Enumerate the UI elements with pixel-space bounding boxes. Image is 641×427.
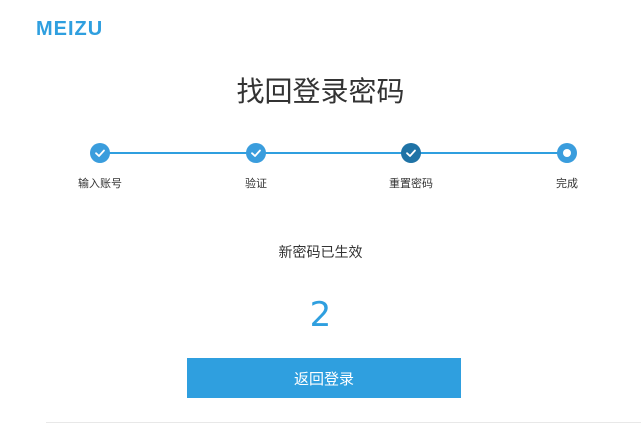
step-complete: 完成 [522, 140, 612, 191]
meizu-logo[interactable]: MEIZU [36, 18, 103, 41]
step-reset-password: 重置密码 [366, 140, 456, 191]
step-label: 输入账号 [78, 177, 122, 190]
stepper-track [100, 152, 567, 154]
footer-divider [46, 422, 641, 423]
step-enter-account: 输入账号 [55, 140, 145, 191]
step-check-icon [90, 143, 110, 163]
step-dot-icon [557, 143, 577, 163]
password-recovery-page: MEIZU 找回登录密码 输入账号 验证 重置密码 完成 新密码已生效 2 返回… [0, 0, 641, 427]
back-to-login-button[interactable]: 返回登录 [187, 358, 461, 398]
redirect-countdown: 2 [309, 295, 332, 335]
step-check-icon [401, 143, 421, 163]
step-label: 完成 [556, 177, 578, 190]
page-title: 找回登录密码 [236, 75, 405, 108]
progress-stepper: 输入账号 验证 重置密码 完成 [0, 140, 641, 200]
step-label: 验证 [245, 177, 267, 190]
success-message: 新密码已生效 [278, 245, 363, 261]
step-check-icon [246, 143, 266, 163]
step-label: 重置密码 [389, 177, 433, 190]
step-verify: 验证 [211, 140, 301, 191]
